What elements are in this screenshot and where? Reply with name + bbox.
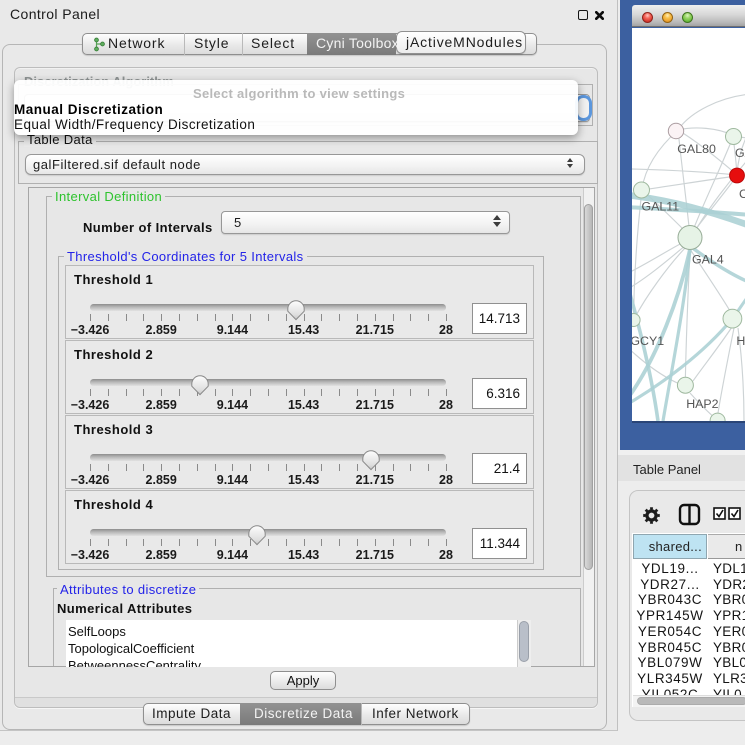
svg-text:GAL80: GAL80 xyxy=(677,142,716,156)
svg-text:GAL4: GAL4 xyxy=(692,253,724,267)
svg-text:GA: GA xyxy=(735,146,745,160)
svg-text:C: C xyxy=(739,187,745,201)
svg-text:H: H xyxy=(736,334,745,348)
svg-text:GAL11: GAL11 xyxy=(642,200,680,214)
svg-text:HAP2: HAP2 xyxy=(686,397,718,411)
svg-text:GCY1: GCY1 xyxy=(632,334,664,348)
